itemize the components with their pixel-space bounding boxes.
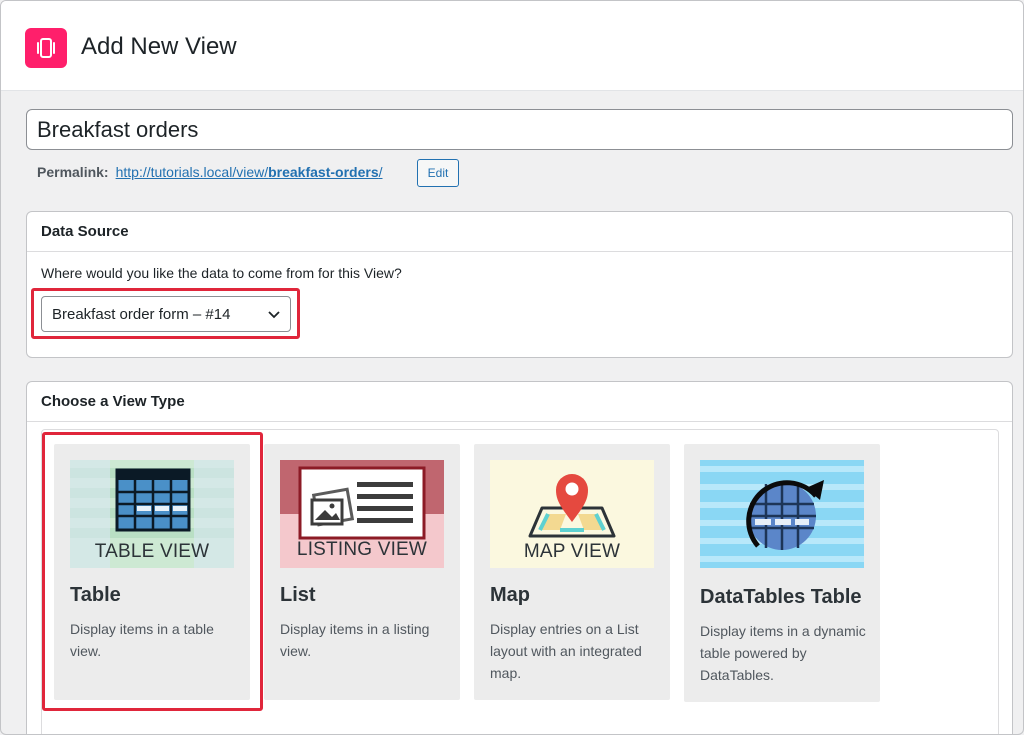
permalink-edit-button[interactable]: Edit [417,159,459,187]
view-type-name: DataTables Table [700,586,862,608]
gravityview-logo-icon [25,28,67,68]
view-type-name: List [280,584,316,606]
data-source-highlight [31,288,300,339]
view-type-description: Display items in a listing view. [280,621,430,659]
map-pin-icon: MAP VIEW [490,460,654,568]
permalink-link[interactable]: http://tutorials.local/view/breakfast-or… [116,164,383,180]
header-bar: Add New View [1,1,1023,91]
permalink-url-prefix: http://tutorials.local/view/ [115,164,269,180]
data-source-question: Where would you like the data to come fr… [41,265,402,281]
view-title-input[interactable] [26,109,1013,150]
permalink-slug: breakfast-orders [268,164,379,180]
view-type-card-datatables[interactable]: DataTables Table Display items in a dyna… [684,444,880,702]
view-type-card-list[interactable]: LISTING VIEW List Display items in a lis… [264,444,460,700]
map-thumb-label: MAP VIEW [523,541,621,562]
page-title: Add New View [81,33,237,60]
view-type-description: Display items in a dynamic table powered… [700,623,866,683]
window-frame: Add New View Permalink: http://tutorials… [0,0,1024,735]
view-type-heading: Choose a View Type [27,382,1012,422]
data-source-heading: Data Source [27,212,1012,252]
permalink-url-suffix: / [378,164,383,180]
listing-icon: LISTING VIEW [280,460,444,568]
table-card-highlight [42,432,263,711]
view-type-description: Display entries on a List layout with an… [490,621,642,681]
datatables-icon [700,460,864,568]
list-thumb-label: LISTING VIEW [296,539,428,560]
permalink-label: Permalink: [37,164,109,180]
view-type-card-map[interactable]: MAP VIEW Map Display entries on a List l… [474,444,670,700]
view-type-name: Map [490,584,530,606]
permalink-row: Permalink: http://tutorials.local/view/b… [37,164,383,180]
